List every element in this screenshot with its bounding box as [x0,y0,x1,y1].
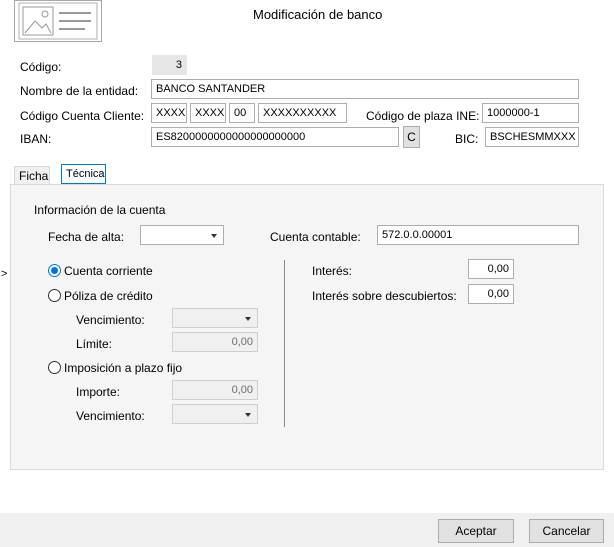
nombre-label: Nombre de la entidad: [20,84,139,98]
cuenta-contable-field[interactable]: 572.0.0.00001 [377,225,579,245]
codigo-label: Código: [20,60,62,74]
interes-descubiertos-field[interactable]: 0,00 [468,284,514,304]
fecha-alta-label: Fecha de alta: [48,230,125,244]
interes-descubiertos-label: Interés sobre descubiertos: [312,289,457,303]
ccc-account-field[interactable]: XXXXXXXXXX [258,103,347,123]
vertical-divider [284,260,285,427]
group-title: Información de la cuenta [34,203,166,217]
imposicion-importe-field[interactable]: 0,00 [172,380,258,400]
poliza-vencimiento-label: Vencimiento: [76,313,145,327]
window-title: Modificación de banco [253,7,383,22]
interes-field[interactable]: 0,00 [468,259,514,279]
ccc-dc-field[interactable]: 00 [229,103,255,123]
ccc-label: Código Cuenta Cliente: [20,109,145,123]
bank-logo-icon [14,0,102,42]
chevron-down-icon [245,317,251,321]
chevron-down-icon [245,413,251,417]
radio-imposicion-plazo[interactable] [48,361,61,374]
plaza-field[interactable]: 1000000-1 [482,103,579,123]
radio-poliza-credito-label[interactable]: Póliza de crédito [64,289,153,303]
bic-field[interactable]: BSCHESMMXXX [485,127,579,147]
footer-bar [0,513,614,547]
iban-calculate-button[interactable]: C [403,126,420,148]
poliza-limite-field[interactable]: 0,00 [172,332,258,352]
poliza-vencimiento-select[interactable] [172,308,258,328]
plaza-label: Código de plaza INE: [366,109,480,123]
radio-cuenta-corriente[interactable] [48,264,61,277]
poliza-limite-label: Límite: [76,337,113,351]
imposicion-vencimiento-label: Vencimiento: [76,409,145,423]
iban-label: IBAN: [20,132,52,146]
cancel-button[interactable]: Cancelar [529,519,604,543]
radio-poliza-credito[interactable] [48,289,61,302]
interes-label: Interés: [312,264,353,278]
cuenta-contable-label: Cuenta contable: [270,230,361,244]
iban-field[interactable]: ES8200000000000000000000 [151,127,399,147]
fecha-alta-select[interactable] [140,225,224,245]
chevron-down-icon [211,234,217,238]
radio-cuenta-corriente-label[interactable]: Cuenta corriente [64,264,153,278]
nombre-field[interactable]: BANCO SANTANDER [151,79,579,99]
codigo-field[interactable]: 3 [152,55,187,75]
imposicion-vencimiento-select[interactable] [172,404,258,424]
ccc-entity-field[interactable]: XXXX [151,103,187,123]
ccc-office-field[interactable]: XXXX [190,103,226,123]
imposicion-importe-label: Importe: [76,385,121,399]
bic-label: BIC: [455,132,479,146]
radio-imposicion-plazo-label[interactable]: Imposición a plazo fijo [64,361,182,375]
side-marker: > [1,268,8,280]
accept-button[interactable]: Aceptar [438,519,514,543]
tab-tecnica[interactable]: Técnica [61,164,106,184]
